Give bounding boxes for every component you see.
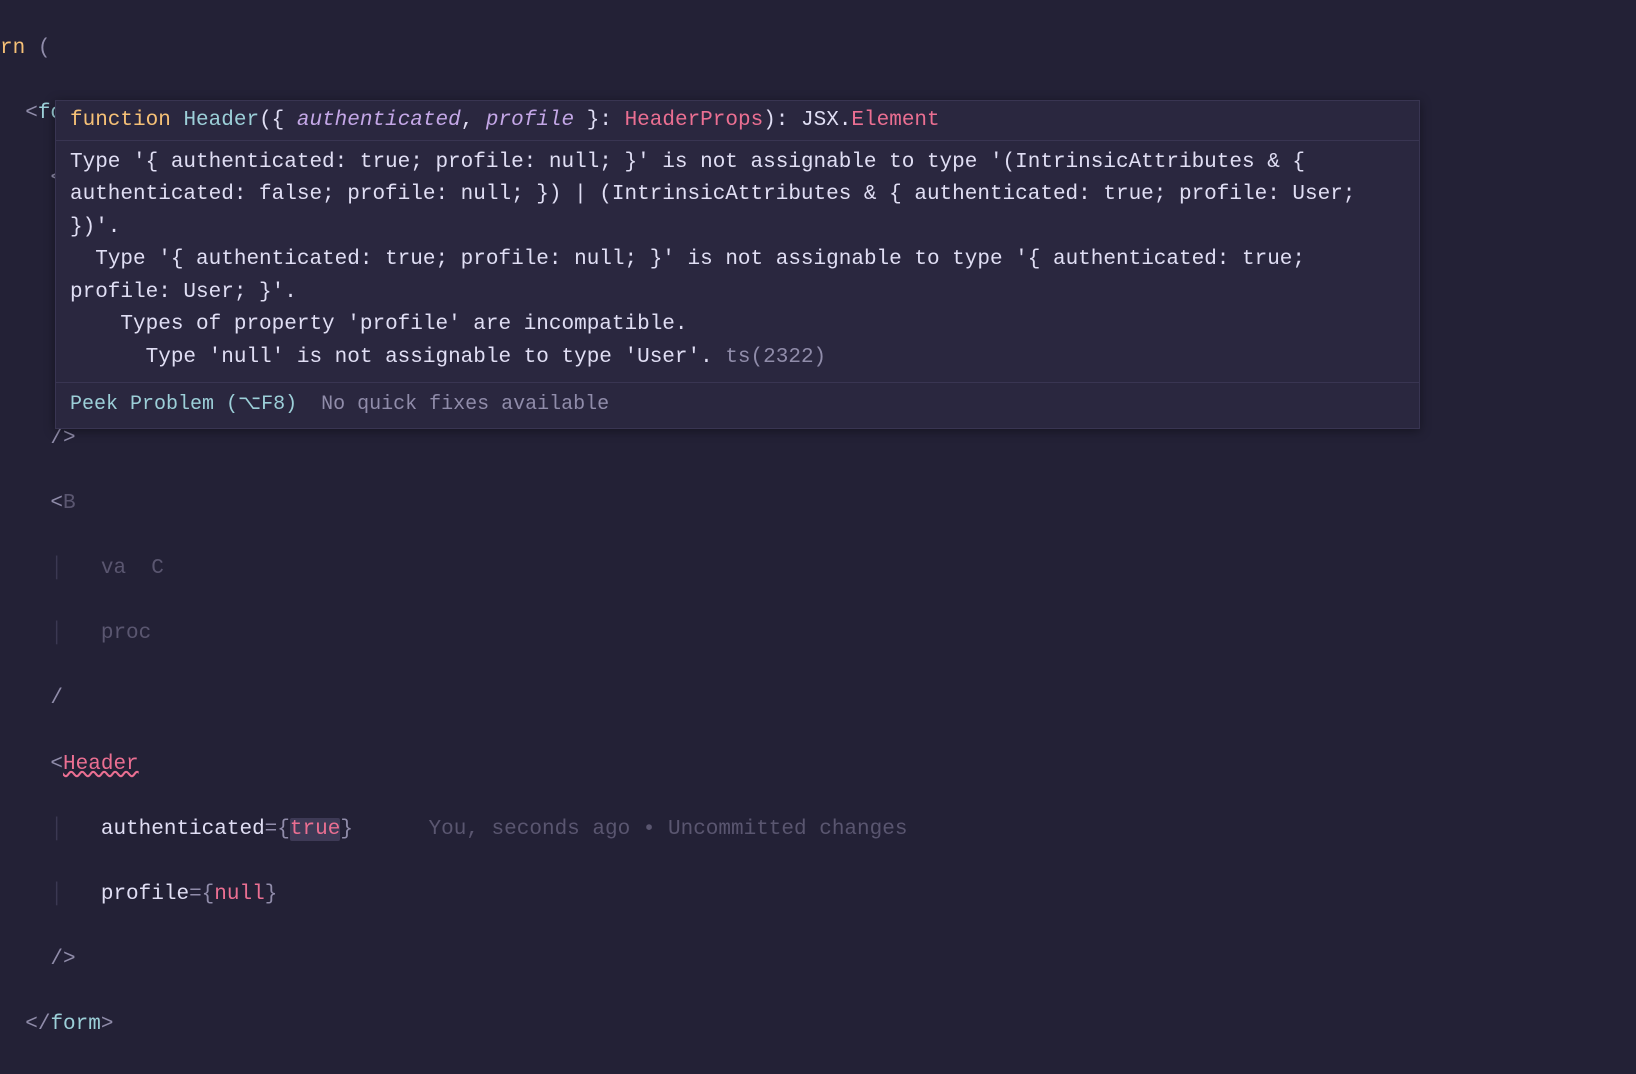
error-line-1: Type '{ authenticated: true; profile: nu… [70, 151, 1368, 239]
component-header: Header [63, 753, 139, 776]
equals: = [265, 818, 278, 841]
error-line-2: Type '{ authenticated: true; profile: nu… [70, 248, 1318, 304]
angle-open: < [50, 753, 63, 776]
component-b: B [63, 492, 76, 515]
sig-param-profile: profile [486, 109, 574, 132]
angle-open: < [25, 102, 38, 125]
bool-true: true [290, 818, 340, 841]
angle-open: < [50, 492, 63, 515]
brace-close: } [340, 818, 353, 841]
sig-function-name: Header [183, 109, 259, 132]
sig-keyword: function [70, 109, 171, 132]
hover-tooltip[interactable]: function Header({ authenticated, profile… [55, 100, 1420, 429]
sig-punct: ({ [259, 109, 297, 132]
sig-namespace: JSX [801, 109, 839, 132]
sig-punct: ): [763, 109, 801, 132]
error-line-4: Type 'null' is not assignable to type 'U… [70, 346, 725, 369]
slash: / [50, 687, 63, 710]
angle-close: > [101, 1013, 114, 1036]
ts-error-code: ts(2322) [725, 346, 826, 369]
null-value: null [214, 883, 264, 906]
attr: proc [101, 622, 151, 645]
hover-error-message: Type '{ authenticated: true; profile: nu… [56, 141, 1419, 383]
text: C [151, 557, 164, 580]
git-blame-annotation: You, seconds ago • Uncommitted changes [429, 818, 908, 841]
angle-open: </ [25, 1013, 50, 1036]
brace-close: } [265, 883, 278, 906]
attr-profile: profile [101, 883, 189, 906]
peek-problem-link[interactable]: Peek Problem (⌥F8) [70, 393, 297, 416]
attr-authenticated: authenticated [101, 818, 265, 841]
equals: = [189, 883, 202, 906]
sig-dot: . [839, 109, 852, 132]
sig-punct: }: [574, 109, 624, 132]
sig-type-headerprops: HeaderProps [625, 109, 764, 132]
hover-signature: function Header({ authenticated, profile… [56, 101, 1419, 141]
tag-form: form [50, 1013, 100, 1036]
error-line-3: Types of property 'profile' are incompat… [70, 313, 688, 336]
attr: va [101, 557, 126, 580]
sig-param-authenticated: authenticated [297, 109, 461, 132]
self-close: /> [50, 948, 75, 971]
brace-open: { [277, 818, 290, 841]
paren: ( [38, 37, 51, 60]
self-close: /> [50, 427, 75, 450]
keyword: rn [0, 37, 25, 60]
brace-open: { [202, 883, 215, 906]
quickfix-status: No quick fixes available [321, 393, 609, 416]
sig-type-element: Element [851, 109, 939, 132]
sig-comma: , [461, 109, 486, 132]
hover-footer: Peek Problem (⌥F8) No quick fixes availab… [56, 382, 1419, 428]
